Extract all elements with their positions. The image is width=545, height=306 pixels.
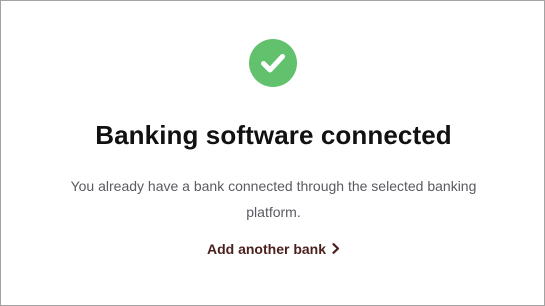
page-title: Banking software connected	[95, 120, 452, 150]
add-another-bank-label: Add another bank	[206, 241, 326, 257]
add-another-bank-link[interactable]: Add another bank	[1, 239, 545, 259]
connection-status-panel: Banking software connected You already h…	[0, 0, 545, 306]
chevron-right-icon	[332, 239, 340, 259]
check-circle-icon	[249, 39, 297, 87]
status-description: You already have a bank connected throug…	[70, 178, 477, 220]
